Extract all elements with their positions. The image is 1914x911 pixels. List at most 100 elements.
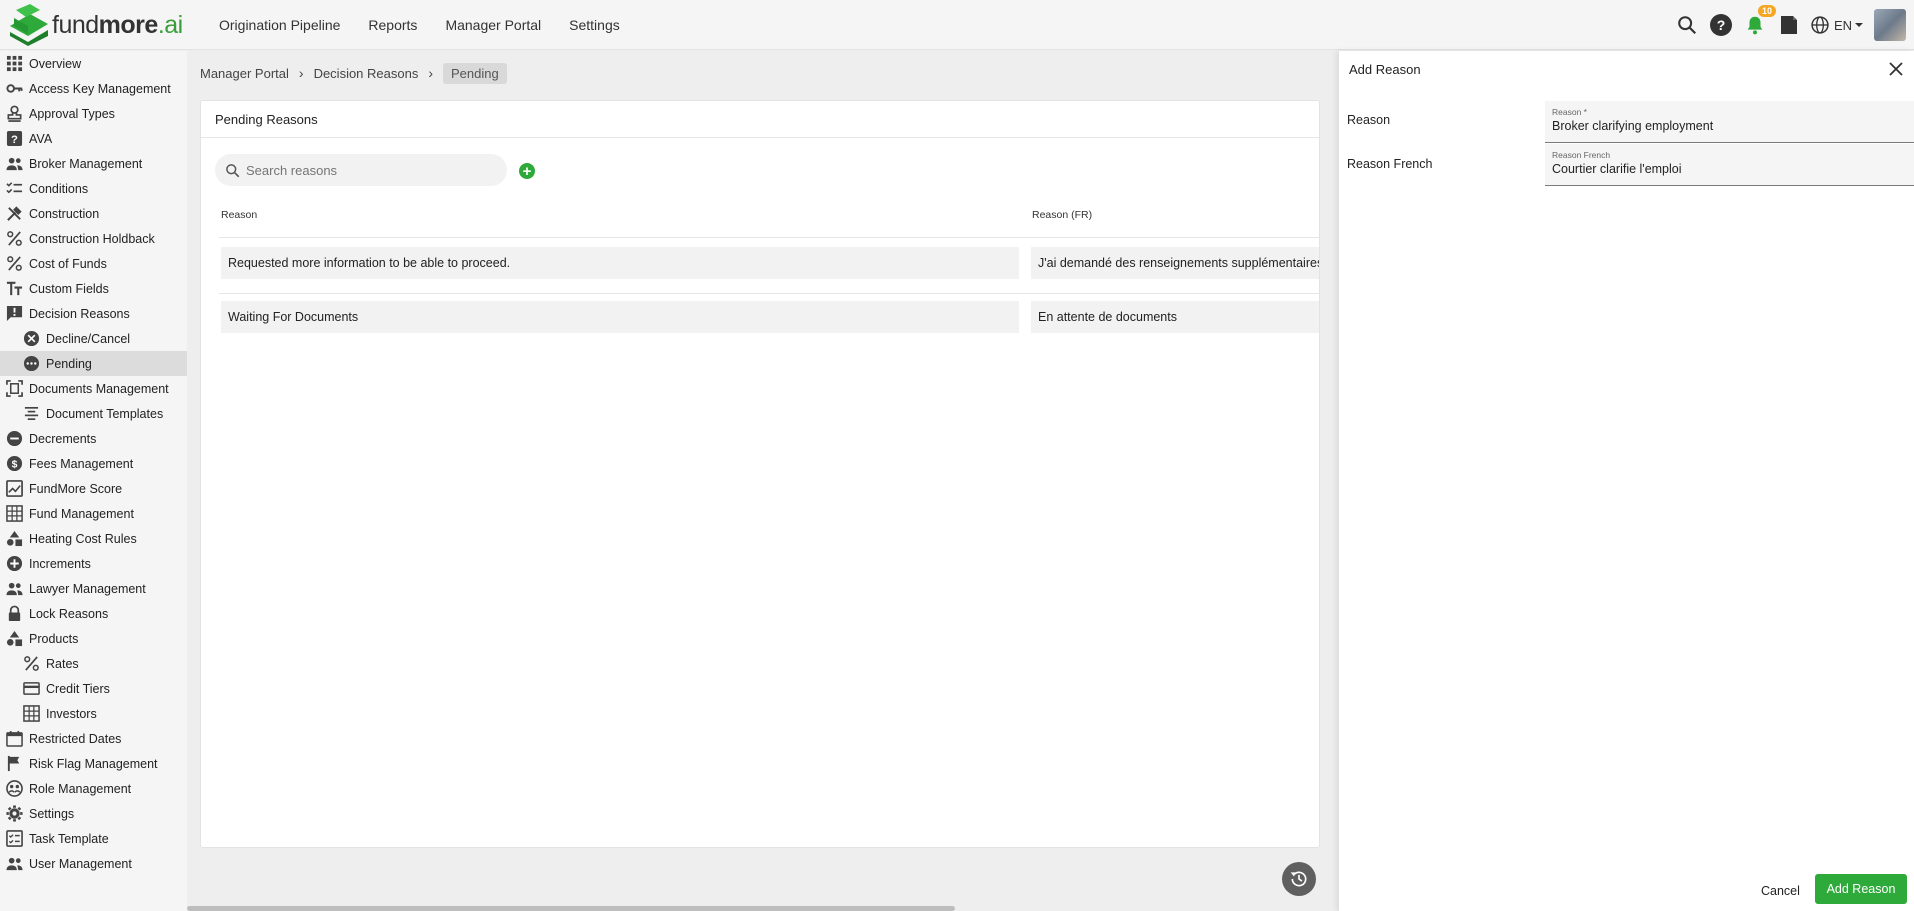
flag-icon (7, 755, 20, 772)
percent-icon (24, 656, 39, 671)
sidebar-item-lawyer-management[interactable]: Lawyer Management (0, 576, 187, 601)
sidebar-item-investors[interactable]: Investors (0, 701, 187, 726)
sidebar-item-products[interactable]: Products (0, 626, 187, 651)
note-icon (1780, 16, 1797, 34)
chevron-right-icon: › (428, 65, 434, 81)
horizontal-scrollbar[interactable] (187, 906, 955, 911)
breadcrumb-manager-portal[interactable]: Manager Portal (200, 66, 289, 81)
chevron-right-icon: › (298, 65, 304, 81)
cancel-button[interactable]: Cancel (1753, 878, 1808, 904)
nav-settings[interactable]: Settings (569, 17, 620, 33)
sidebar-item-custom-fields[interactable]: Custom Fields (0, 276, 187, 301)
sidebar-item-fees-management[interactable]: $ Fees Management (0, 451, 187, 476)
sidebar-item-risk-flag-management[interactable]: Risk Flag Management (0, 751, 187, 776)
table-cell-reason[interactable]: Waiting For Documents (221, 301, 1019, 333)
sidebar-item-label: Rates (46, 656, 79, 671)
column-header-reason-fr[interactable]: Reason (FR) (1032, 209, 1092, 221)
language-button[interactable] (1806, 0, 1834, 50)
sidebar-item-ava[interactable]: ? AVA (0, 126, 187, 151)
sidebar-item-label: Restricted Dates (29, 731, 122, 746)
reason-input[interactable] (1552, 119, 1907, 133)
sidebar-item-label: Construction Holdback (29, 231, 155, 246)
sidebar-item-decision-reasons[interactable]: Decision Reasons (0, 301, 187, 326)
sidebar-item-fund-management[interactable]: Fund Management (0, 501, 187, 526)
reason-french-input[interactable] (1552, 162, 1907, 176)
gear-icon (6, 805, 23, 822)
sidebar-item-credit-tiers[interactable]: Credit Tiers (0, 676, 187, 701)
dollar-circle-icon: $ (6, 455, 23, 472)
logo-mark-icon (10, 4, 48, 46)
sidebar-item-role-management[interactable]: Role Management (0, 776, 187, 801)
table-cell-reason-fr[interactable]: J'ai demandé des renseignements suppléme… (1031, 247, 1319, 279)
sidebar-item-construction-holdback[interactable]: Construction Holdback (0, 226, 187, 251)
sidebar-item-decrements[interactable]: Decrements (0, 426, 187, 451)
sidebar-item-label: Cost of Funds (29, 256, 107, 271)
search-input[interactable] (246, 162, 486, 178)
role-icon (6, 780, 23, 797)
sidebar-item-user-management[interactable]: User Management (0, 851, 187, 876)
sidebar-item-label: Fund Management (29, 506, 134, 521)
document-scan-icon (6, 380, 23, 397)
sidebar-item-approval-types[interactable]: Approval Types (0, 101, 187, 126)
add-reason-submit-button[interactable]: Add Reason (1815, 874, 1907, 904)
percent-icon (7, 256, 22, 271)
sidebar-item-label: Decision Reasons (29, 306, 130, 321)
sidebar-item-pending[interactable]: Pending (0, 351, 187, 376)
notes-button[interactable] (1772, 0, 1806, 50)
reason-french-field[interactable]: Reason French (1545, 144, 1914, 186)
svg-text:?: ? (11, 134, 18, 146)
sidebar-item-access-key-management[interactable]: Access Key Management (0, 76, 187, 101)
search-button[interactable] (1670, 0, 1704, 50)
top-actions: ? 10 EN (1670, 0, 1914, 50)
sidebar-item-lock-reasons[interactable]: Lock Reasons (0, 601, 187, 626)
checklist-icon (6, 182, 23, 194)
breadcrumb-decision-reasons[interactable]: Decision Reasons (314, 66, 419, 81)
sidebar-item-cost-of-funds[interactable]: Cost of Funds (0, 251, 187, 276)
sidebar-item-documents-management[interactable]: Documents Management (0, 376, 187, 401)
language-label: EN (1833, 17, 1852, 33)
sidebar-item-rates[interactable]: Rates (0, 651, 187, 676)
align-center-icon (24, 406, 39, 421)
column-header-reason[interactable]: Reason (221, 209, 257, 221)
notifications-button[interactable]: 10 (1738, 0, 1776, 50)
sidebar-item-label: Credit Tiers (46, 681, 110, 696)
nav-manager-portal[interactable]: Manager Portal (445, 17, 541, 33)
sidebar-item-heating-cost-rules[interactable]: Heating Cost Rules (0, 526, 187, 551)
sidebar-item-label: Increments (29, 556, 91, 571)
plus-icon: + (522, 162, 532, 180)
reason-field[interactable]: Reason * (1545, 101, 1914, 143)
search-icon (226, 163, 240, 177)
table-icon (23, 705, 40, 722)
close-button[interactable] (1886, 59, 1906, 79)
history-button[interactable] (1282, 862, 1316, 896)
header-divider (219, 237, 1319, 238)
sidebar-item-label: Construction (29, 206, 100, 221)
table-cell-reason[interactable]: Requested more information to be able to… (221, 247, 1019, 279)
sidebar-item-decline-cancel[interactable]: Decline/Cancel (0, 326, 187, 351)
language-select[interactable]: EN (1834, 18, 1866, 33)
table-cell-reason-fr[interactable]: En attente de documents (1031, 301, 1319, 333)
task-icon (6, 830, 23, 847)
avatar[interactable] (1874, 9, 1906, 41)
row-divider (219, 293, 1319, 294)
sidebar-item-document-templates[interactable]: Document Templates (0, 401, 187, 426)
search-box[interactable] (215, 154, 507, 186)
sidebar-item-task-template[interactable]: Task Template (0, 826, 187, 851)
help-button[interactable]: ? (1704, 0, 1738, 50)
sidebar-item-restricted-dates[interactable]: Restricted Dates (0, 726, 187, 751)
lock-icon (8, 605, 21, 622)
sidebar-item-construction[interactable]: Construction (0, 201, 187, 226)
sidebar-item-increments[interactable]: Increments (0, 551, 187, 576)
sidebar-item-overview[interactable]: Overview (0, 51, 187, 76)
nav-reports[interactable]: Reports (368, 17, 417, 33)
brand-logo[interactable]: fundmore.ai (6, 4, 183, 46)
sidebar-item-broker-management[interactable]: Broker Management (0, 151, 187, 176)
nav-origination-pipeline[interactable]: Origination Pipeline (219, 17, 340, 33)
stamp-icon (7, 105, 22, 122)
sidebar-item-settings[interactable]: Settings (0, 801, 187, 826)
sidebar-item-fundmore-score[interactable]: FundMore Score (0, 476, 187, 501)
pending-icon (23, 355, 40, 372)
sidebar-item-label: Access Key Management (29, 81, 171, 96)
add-reason-button[interactable]: + (519, 163, 535, 179)
sidebar-item-conditions[interactable]: Conditions (0, 176, 187, 201)
